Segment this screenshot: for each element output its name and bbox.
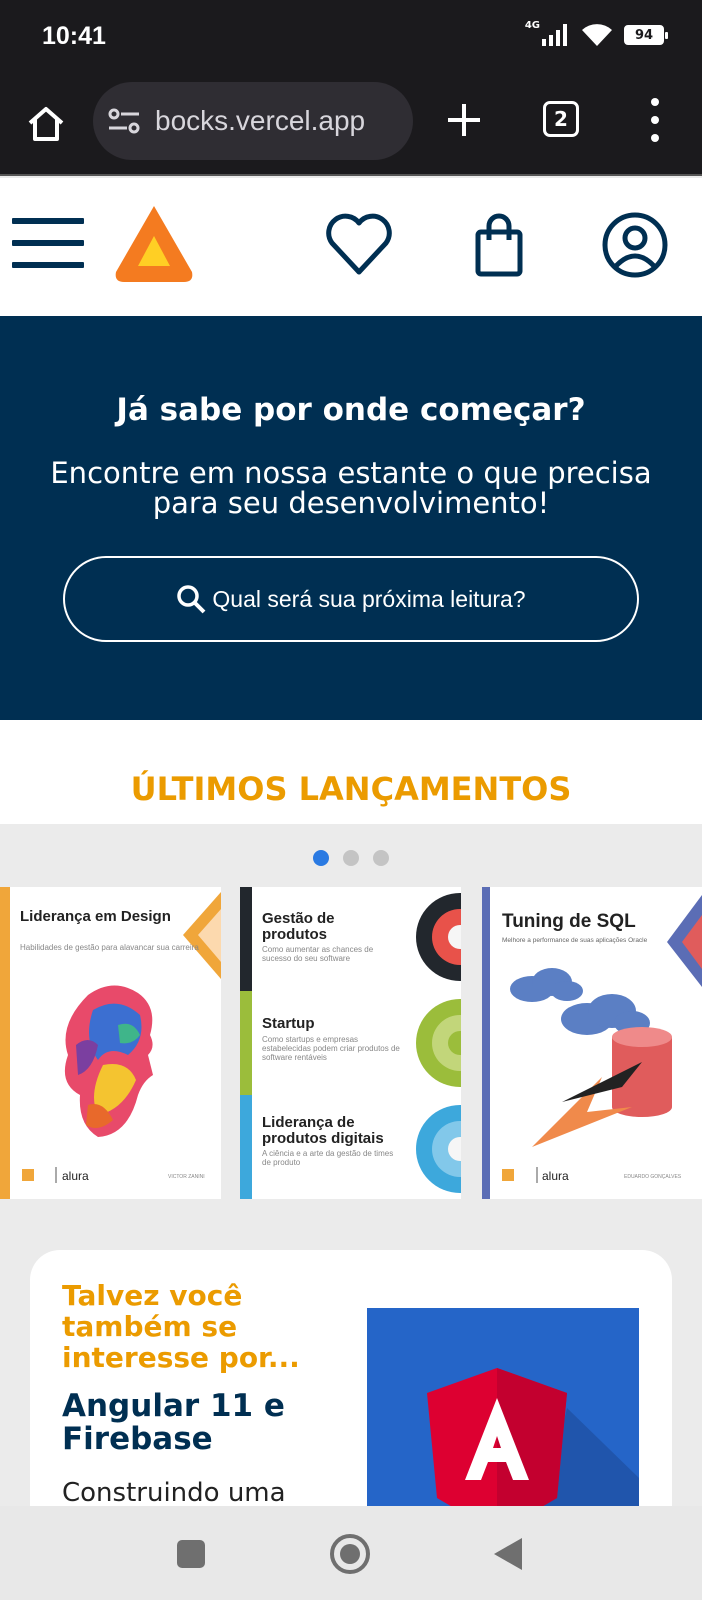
carousel-dot[interactable] [343, 850, 359, 866]
status-icons: 4G 94 [524, 19, 668, 48]
url-text: bocks.vercel.app [155, 105, 366, 136]
network-type: 4G [524, 19, 540, 31]
releases-section-header: ÚLTIMOS LANÇAMENTOS [0, 720, 702, 824]
book-section-title: Gestão de produtos [262, 910, 335, 943]
logo[interactable] [114, 204, 194, 284]
book-carousel[interactable]: Liderança em Design Habilidades de gestã… [0, 824, 702, 1244]
home-button-icon[interactable] [330, 1534, 370, 1574]
system-navigation-bar [0, 1506, 702, 1600]
suggestion-description: Construindo uma [62, 1478, 286, 1508]
carousel-dots [0, 850, 702, 866]
book-section-subtitle: Como startups e empresas estabelecidas p… [262, 1035, 400, 1062]
book-section-subtitle: Como aumentar as chances de sucesso do s… [262, 945, 374, 963]
book-author: VICTOR ZANINI [168, 1174, 205, 1180]
new-tab-icon[interactable] [444, 100, 484, 140]
user-profile-icon[interactable] [600, 210, 670, 280]
shopping-bag-icon[interactable] [464, 210, 534, 280]
hamburger-menu-icon[interactable] [12, 218, 84, 268]
book-cover-lideranca-design[interactable]: Liderança em Design Habilidades de gestã… [0, 887, 221, 1199]
tab-switcher-button[interactable]: 2 [543, 101, 579, 137]
status-time: 10:41 [42, 22, 106, 50]
wifi-icon [582, 24, 612, 46]
tab-count: 2 [554, 107, 568, 131]
book-art [0, 887, 221, 1199]
back-icon[interactable] [494, 1538, 522, 1570]
hero-title: Já sabe por onde começar? [116, 392, 586, 428]
battery-level: 94 [634, 27, 654, 43]
search-placeholder: Qual será sua próxima leitura? [212, 585, 526, 612]
releases-title: ÚLTIMOS LANÇAMENTOS [130, 770, 572, 808]
browser-menu-icon[interactable] [645, 98, 665, 142]
book-art [482, 887, 702, 1199]
book-section-subtitle: A ciência e a arte da gestão de times de… [262, 1149, 394, 1167]
suggestion-kicker: Talvez você também se interesse por... [62, 1279, 300, 1374]
book-subtitle: Habilidades de gestão para alavancar sua… [20, 943, 199, 952]
search-input[interactable]: Qual será sua próxima leitura? [63, 556, 639, 642]
signal-icon [542, 24, 567, 46]
home-icon[interactable] [24, 102, 68, 146]
hero-banner: Já sabe por onde começar? Encontre em no… [0, 316, 702, 720]
carousel-dot[interactable] [373, 850, 389, 866]
search-icon [177, 585, 206, 614]
book-cover-tuning-sql[interactable]: Tuning de SQL Melhore a performance de s… [482, 887, 702, 1199]
site-settings-icon[interactable] [107, 106, 141, 136]
book-title: Liderança em Design [20, 908, 171, 925]
site-header [0, 178, 702, 316]
address-bar[interactable]: bocks.vercel.app [93, 82, 413, 160]
book-section-title: Liderança de produtos digitais [262, 1114, 384, 1147]
suggestion-title: Angular 11 e Firebase [62, 1388, 285, 1457]
carousel-dot[interactable] [313, 850, 329, 866]
browser-toolbar: bocks.vercel.app 2 [0, 80, 702, 176]
heart-icon[interactable] [324, 210, 394, 280]
book-author: EDUARDO GONÇALVES [624, 1174, 682, 1180]
book-title: Tuning de SQL [502, 911, 636, 932]
book-subtitle: Melhore a performance de suas aplicações… [502, 937, 648, 944]
status-bar: 10:41 4G 94 [0, 0, 702, 80]
battery-icon: 94 [624, 25, 668, 45]
hero-subtitle: Encontre em nossa estante o que precisa … [50, 456, 652, 520]
book-section-title: Startup [262, 1015, 315, 1032]
book-publisher: alura [62, 1169, 89, 1183]
book-publisher: alura [542, 1169, 569, 1183]
book-cover-colecao-produto[interactable]: Gestão de produtos Como aumentar as chan… [240, 887, 461, 1199]
recent-apps-icon[interactable] [177, 1540, 205, 1568]
